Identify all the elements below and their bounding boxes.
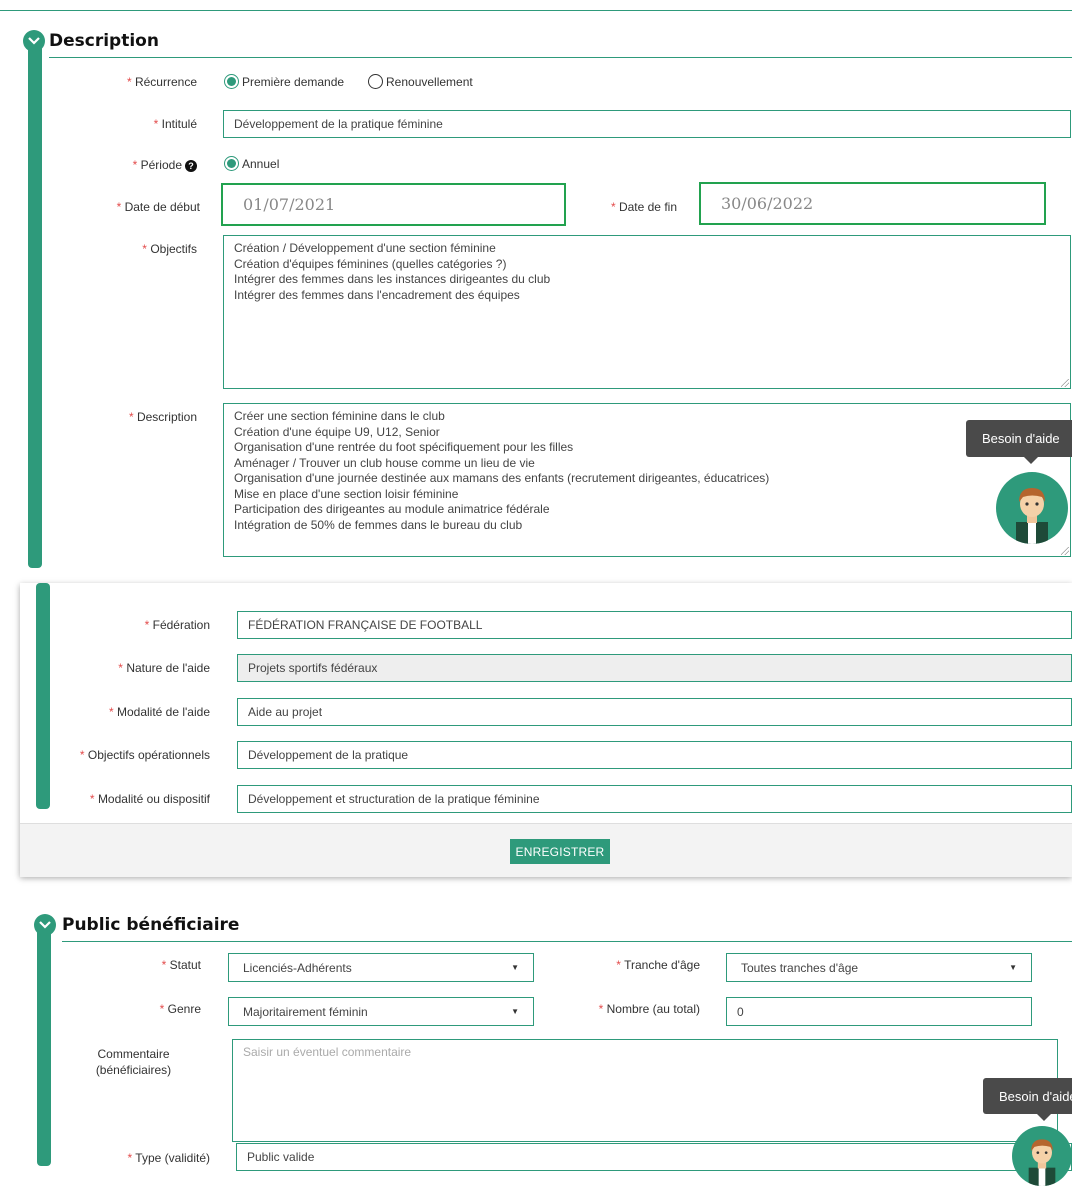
tooltip-arrow (1037, 1114, 1051, 1121)
type-validite-label: * Type (validité) (127, 1151, 211, 1165)
objectifs-textarea[interactable]: Création / Développement d'une section f… (223, 235, 1071, 389)
help-tooltip: Besoin d'aide (983, 1078, 1072, 1114)
radio-annuel[interactable]: Annuel (224, 156, 279, 171)
section-title-description: Description (49, 31, 159, 51)
recurrence-label: * Récurrence (126, 75, 197, 89)
objectifs-operationnels-label: * Objectifs opérationnels (79, 748, 210, 762)
nombre-label: * Nombre (au total) (598, 1002, 700, 1016)
section-divider (62, 941, 1072, 942)
date-debut-label: * Date de début (116, 200, 200, 214)
objectifs-operationnels-input[interactable]: Développement de la pratique (237, 741, 1072, 769)
help-assistant-avatar-icon[interactable] (996, 472, 1068, 544)
help-tooltip: Besoin d'aide (966, 420, 1072, 457)
radio-unselected-icon (368, 74, 383, 89)
help-question-icon[interactable]: ? (185, 159, 197, 172)
federation-input[interactable]: FÉDÉRATION FRANÇAISE DE FOOTBALL (237, 611, 1072, 639)
tranche-age-label: * Tranche d'âge (616, 958, 700, 972)
nature-aide-input: Projets sportifs fédéraux (237, 654, 1072, 682)
resize-handle-icon[interactable] (1061, 379, 1069, 387)
collapse-public-chevron-icon[interactable] (34, 914, 56, 936)
tranche-age-select[interactable]: Toutes tranches d'âge ▼ (726, 953, 1032, 982)
objectifs-line: Création / Développement d'une section f… (234, 241, 496, 255)
date-debut-input[interactable]: 01/07/2021 (221, 183, 566, 226)
modalite-aide-input[interactable]: Aide au projet (237, 698, 1072, 726)
commentaire-label: Commentaire (bénéficiaires) (95, 1047, 172, 1077)
intitule-label: * Intitulé (153, 117, 197, 131)
description-line: Organisation d'une rentrée du foot spéci… (234, 440, 574, 454)
radio-selected-icon (224, 74, 239, 89)
help-assistant-avatar-icon[interactable] (1012, 1126, 1072, 1186)
radio-renouvellement[interactable]: Renouvellement (368, 74, 473, 89)
description-line: Participation des dirigeantes au module … (234, 502, 550, 516)
commentaire-textarea[interactable]: Saisir un éventuel commentaire (232, 1039, 1058, 1142)
dropdown-arrow-icon: ▼ (511, 963, 519, 972)
description-label: * Description (128, 410, 197, 424)
modalite-dispositif-label: * Modalité ou dispositif (89, 792, 210, 806)
nature-aide-label: * Nature de l'aide (118, 661, 210, 675)
section-divider (49, 57, 1072, 58)
description-textarea[interactable]: Créer une section féminine dans le club … (223, 403, 1071, 557)
intitule-input[interactable]: Développement de la pratique féminine (223, 110, 1071, 138)
save-button[interactable]: ENREGISTRER (510, 839, 610, 864)
date-fin-input[interactable]: 30/06/2022 (699, 182, 1046, 225)
modalite-dispositif-input[interactable]: Développement et structuration de la pra… (237, 785, 1072, 813)
section-accent-bar (28, 40, 42, 568)
description-line: Création d'une équipe U9, U12, Senior (234, 424, 440, 439)
radio-selected-icon (224, 156, 239, 171)
description-line: Intégration de 50% de femmes dans le bur… (234, 517, 523, 532)
section-accent-bar (36, 583, 50, 809)
genre-select[interactable]: Majoritairement féminin ▼ (228, 997, 534, 1026)
description-line: Aménager / Trouver un club house comme u… (234, 455, 535, 470)
genre-label: * Genre (159, 1002, 201, 1016)
description-line: Organisation d'une journée destinée aux … (234, 471, 770, 485)
collapse-description-chevron-icon[interactable] (23, 30, 45, 52)
radio-premiere-demande[interactable]: Première demande (224, 74, 344, 89)
objectifs-line: Création d'équipes féminines (quelles ca… (234, 256, 507, 271)
statut-label: * Statut (161, 958, 201, 972)
objectifs-label: * Objectifs (142, 242, 197, 256)
date-fin-label: * Date de fin (610, 200, 677, 214)
commentaire-placeholder: Saisir un éventuel commentaire (243, 1045, 412, 1059)
nombre-input[interactable]: 0 (726, 997, 1032, 1026)
tooltip-arrow (1024, 457, 1038, 464)
top-divider (0, 10, 1072, 11)
description-line: Créer une section féminine dans le club (234, 409, 445, 423)
periode-label: * Période? (60, 158, 197, 172)
section-accent-bar (37, 925, 51, 1166)
section-title-public: Public bénéficiaire (62, 915, 240, 935)
statut-select[interactable]: Licenciés-Adhérents ▼ (228, 953, 534, 982)
resize-handle-icon[interactable] (1061, 547, 1069, 555)
federation-label: * Fédération (144, 618, 210, 632)
modalite-aide-label: * Modalité de l'aide (108, 705, 210, 719)
federation-panel: * Fédération FÉDÉRATION FRANÇAISE DE FOO… (20, 583, 1072, 877)
type-validite-input[interactable]: Public valide (236, 1143, 1072, 1171)
dropdown-arrow-icon: ▼ (511, 1007, 519, 1016)
objectifs-line: Intégrer des femmes dans les instances d… (234, 272, 551, 286)
dropdown-arrow-icon: ▼ (1009, 963, 1017, 972)
panel-footer: ENREGISTRER (20, 823, 1072, 877)
description-line: Mise en place d'une section loisir fémin… (234, 486, 459, 501)
objectifs-line: Intégrer des femmes dans l'encadrement d… (234, 287, 520, 302)
